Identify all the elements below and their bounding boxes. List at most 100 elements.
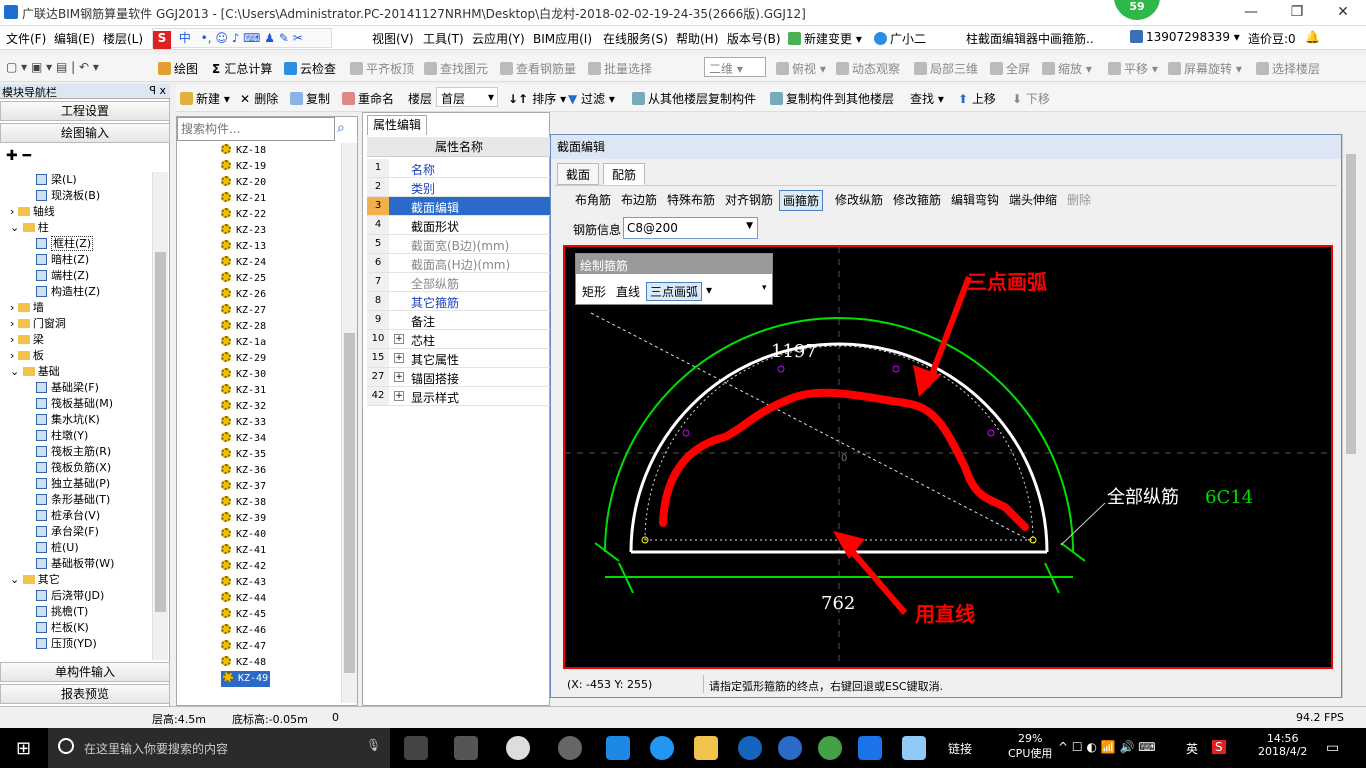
nav-tree-item[interactable]: 基础板带(W) <box>36 556 114 572</box>
dialog-scrollbar[interactable] <box>1342 134 1358 698</box>
nav-tree-item[interactable]: 压顶(YD) <box>36 636 97 652</box>
dialog-scroll-thumb[interactable] <box>1346 154 1356 454</box>
restore-button[interactable]: ❐ <box>1274 0 1320 26</box>
search-icon[interactable]: ⌕ <box>337 120 355 138</box>
expander-icon[interactable]: › <box>10 205 18 218</box>
menu-account[interactable]: 13907298339 ▾ <box>1130 30 1240 44</box>
property-row[interactable]: 42 + 显示样式 <box>367 387 551 406</box>
nav-tree-item[interactable]: 独立基础(P) <box>36 476 110 492</box>
task-view-icon[interactable] <box>404 736 428 760</box>
file-explorer-icon[interactable] <box>694 736 718 760</box>
component-item[interactable]: KZ-38 <box>221 495 266 511</box>
find-element-button[interactable]: 查找图元 <box>424 60 488 77</box>
component-item[interactable]: KZ-34 <box>221 431 266 447</box>
ggj-active-icon[interactable] <box>858 736 882 760</box>
component-item[interactable]: KZ-13 <box>221 239 266 255</box>
sort-button[interactable]: ↓↑ 排序 ▾ <box>508 90 566 107</box>
search-input[interactable] <box>177 117 335 141</box>
nav-folder[interactable]: ⌄ 基础 <box>10 364 60 380</box>
property-row[interactable]: 6 截面高(H边)(mm) <box>367 254 551 273</box>
edge-rebar-button[interactable]: 布边筋 <box>621 191 657 208</box>
nav-tree-item[interactable]: 集水坑(K) <box>36 412 100 428</box>
component-item[interactable]: KZ-39 <box>221 511 266 527</box>
move-down-button[interactable]: ⬇ 下移 <box>1012 90 1050 107</box>
property-row[interactable]: 27 + 锚固搭接 <box>367 368 551 387</box>
component-item[interactable]: KZ-36 <box>221 463 266 479</box>
find-button[interactable]: 查找 ▾ <box>910 90 944 107</box>
glodon-cloud-icon[interactable] <box>738 736 762 760</box>
component-item[interactable]: KZ-49 <box>221 671 271 687</box>
nav-folder[interactable]: › 板 <box>10 348 44 364</box>
menu-bim[interactable]: BIM应用(I) <box>533 30 592 47</box>
sogou-tray-icon[interactable]: S <box>1212 740 1226 754</box>
taskbar-search-box[interactable]: 在这里输入你要搜索的内容 🎙 <box>48 728 390 768</box>
expand-collapse-icon[interactable]: ✚ ━ <box>6 148 31 164</box>
batch-select-button[interactable]: 批量选择 <box>588 60 652 77</box>
input-lang[interactable]: 英 <box>1186 740 1198 757</box>
rebar-point[interactable] <box>777 365 785 373</box>
component-item[interactable]: KZ-24 <box>221 255 266 271</box>
move-up-button[interactable]: ⬆ 上移 <box>958 90 996 107</box>
local-3d-button[interactable]: 局部三维 <box>914 60 978 77</box>
component-item[interactable]: KZ-22 <box>221 207 266 223</box>
bell-icon[interactable]: 🔔 <box>1305 30 1320 44</box>
end-extend-button[interactable]: 端头伸缩 <box>1009 191 1057 208</box>
modify-long-rebar-button[interactable]: 修改纵筋 <box>835 191 883 208</box>
nav-tree-item[interactable]: 承台梁(F) <box>36 524 99 540</box>
top-view-button[interactable]: 俯视 ▾ <box>776 60 826 77</box>
property-row[interactable]: 3 截面编辑 <box>367 197 551 216</box>
copy-to-floor-button[interactable]: 复制构件到其他楼层 <box>770 90 894 107</box>
report-preview-button[interactable]: 报表预览 <box>0 684 170 704</box>
component-item[interactable]: KZ-28 <box>221 319 266 335</box>
component-item[interactable]: KZ-21 <box>221 191 266 207</box>
menu-tip-link[interactable]: 柱截面编辑器中画箍筋.. <box>966 30 1094 47</box>
component-item[interactable]: KZ-46 <box>221 623 266 639</box>
component-item[interactable]: KZ-45 <box>221 607 266 623</box>
property-row[interactable]: 9 备注 <box>367 311 551 330</box>
minimize-button[interactable]: — <box>1228 0 1274 26</box>
nav-tree-item[interactable]: 柱墩(Y) <box>36 428 88 444</box>
nav-tree-item[interactable]: 暗柱(Z) <box>36 252 89 268</box>
align-rebar-button[interactable]: 对齐钢筋 <box>725 191 773 208</box>
nav-scrollbar[interactable] <box>152 172 168 660</box>
shape-dropdown[interactable]: ▾ <box>706 283 712 297</box>
filter-button[interactable]: ▼ 过滤 ▾ <box>568 90 615 107</box>
nav-folder[interactable]: › 门窗洞 <box>10 316 66 332</box>
menu-new-change[interactable]: 新建变更 ▾ <box>788 30 862 47</box>
green-app-icon[interactable] <box>818 736 842 760</box>
align-slab-button[interactable]: 平齐板顶 <box>350 60 414 77</box>
zoom-button[interactable]: 缩放 ▾ <box>1042 60 1092 77</box>
floor-select[interactable]: 首层 ▾ <box>436 87 498 107</box>
fan-app-icon[interactable] <box>454 736 478 760</box>
file-actions-icon[interactable]: ▢ ▾ ▣ ▾ ▤ | ↶ ▾ <box>6 60 99 74</box>
menu-help[interactable]: 帮助(H) <box>676 30 718 47</box>
component-item[interactable]: KZ-32 <box>221 399 266 415</box>
expand-icon[interactable]: + <box>394 334 404 344</box>
menu-view[interactable]: 视图(V) <box>372 30 414 47</box>
corner-rebar-button[interactable]: 布角筋 <box>575 191 611 208</box>
menu-online[interactable]: 在线服务(S) <box>603 30 668 47</box>
nav-tree-item[interactable]: 条形基础(T) <box>36 492 110 508</box>
component-scrollbar[interactable] <box>341 143 357 703</box>
draw-stirrup-button[interactable]: 画箍筋 <box>779 190 824 211</box>
menu-assistant[interactable]: 广小二 <box>874 30 926 47</box>
component-item[interactable]: KZ-23 <box>221 223 266 239</box>
component-item[interactable]: KZ-18 <box>221 143 266 159</box>
pin-icon[interactable]: ꟼ x <box>149 84 166 97</box>
close-button[interactable]: ✕ <box>1320 0 1366 26</box>
new-button[interactable]: 新建 ▾ <box>180 90 230 107</box>
view-mode-select[interactable]: 二维 ▾ <box>704 57 766 77</box>
rebar-point[interactable] <box>682 429 690 437</box>
ie-icon[interactable] <box>506 736 530 760</box>
nav-tree-item[interactable]: 桩承台(V) <box>36 508 100 524</box>
delete-button[interactable]: ✕ 删除 <box>240 90 278 107</box>
component-item[interactable]: KZ-31 <box>221 383 266 399</box>
rectangle-button[interactable]: 矩形 <box>582 283 606 300</box>
menu-edit[interactable]: 编辑(E) <box>54 30 95 47</box>
expander-icon[interactable]: ⌄ <box>10 573 23 586</box>
property-row[interactable]: 2 类别 <box>367 178 551 197</box>
nav-tree-item[interactable]: 桩(U) <box>36 540 79 556</box>
drawing-input-button[interactable]: 绘图输入 <box>0 123 170 143</box>
rebar-point[interactable] <box>987 429 995 437</box>
property-row[interactable]: 10 + 芯柱 <box>367 330 551 349</box>
